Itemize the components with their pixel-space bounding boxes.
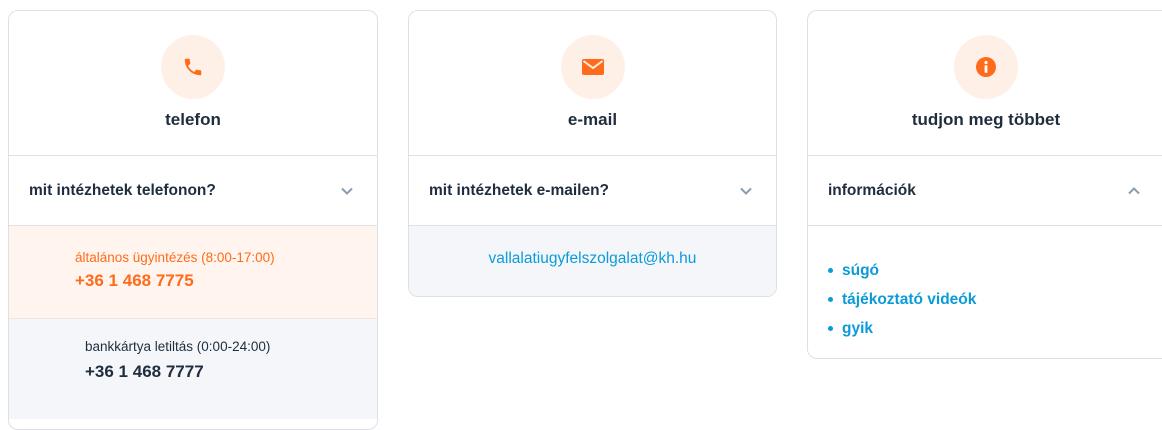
- faq-link[interactable]: gyik: [842, 320, 873, 338]
- email-accordion-label: mit intézhetek e-mailen?: [429, 181, 610, 199]
- info-link-list: súgó tájékoztató videók gyik: [808, 226, 1162, 343]
- chevron-down-icon: [740, 187, 752, 195]
- phone-icon: [161, 35, 225, 99]
- phone-row-card-block: bankkártya letiltás (0:00-24:00) +36 1 4…: [9, 319, 377, 419]
- bullet-icon: [828, 268, 833, 273]
- phone-card-header: telefon: [9, 11, 377, 156]
- videos-link[interactable]: tájékoztató videók: [842, 291, 976, 309]
- list-item: gyik: [828, 314, 1162, 343]
- phone-row-label: általános ügyintézés (8:00-17:00): [75, 250, 275, 265]
- phone-row-general: általános ügyintézés (8:00-17:00) +36 1 …: [9, 226, 377, 319]
- chevron-up-icon: [1128, 186, 1140, 194]
- email-card-header: e-mail: [409, 11, 776, 156]
- email-accordion-toggle[interactable]: mit intézhetek e-mailen?: [409, 156, 776, 226]
- email-row: vallalatiugyfelszolgalat@kh.hu: [409, 226, 776, 296]
- info-accordion-toggle[interactable]: információk: [808, 156, 1162, 226]
- chevron-down-icon: [341, 187, 353, 195]
- phone-number-link[interactable]: +36 1 468 7775: [75, 271, 377, 291]
- info-accordion-label: információk: [828, 181, 916, 199]
- info-card-header: tudjon meg többet: [808, 11, 1162, 156]
- email-card: e-mail mit intézhetek e-mailen? vallalat…: [408, 10, 777, 297]
- phone-card: telefon mit intézhetek telefonon? általá…: [8, 10, 378, 430]
- phone-accordion-label: mit intézhetek telefonon?: [29, 181, 216, 199]
- info-card-title: tudjon meg többet: [911, 110, 1061, 129]
- phone-accordion-toggle[interactable]: mit intézhetek telefonon?: [9, 156, 377, 226]
- phone-number-link[interactable]: +36 1 468 7777: [85, 362, 377, 382]
- email-address-link[interactable]: vallalatiugyfelszolgalat@kh.hu: [489, 250, 697, 267]
- list-item: súgó: [828, 256, 1162, 285]
- phone-row-label: bankkártya letiltás (0:00-24:00): [85, 339, 271, 354]
- info-icon: [954, 35, 1018, 99]
- bullet-icon: [828, 297, 833, 302]
- phone-card-title: telefon: [165, 110, 221, 129]
- list-item: tájékoztató videók: [828, 285, 1162, 314]
- email-card-title: e-mail: [567, 110, 618, 129]
- bullet-icon: [828, 326, 833, 331]
- info-card: tudjon meg többet információk súgó tájék…: [807, 10, 1162, 359]
- help-link[interactable]: súgó: [842, 262, 879, 280]
- envelope-icon: [560, 35, 625, 99]
